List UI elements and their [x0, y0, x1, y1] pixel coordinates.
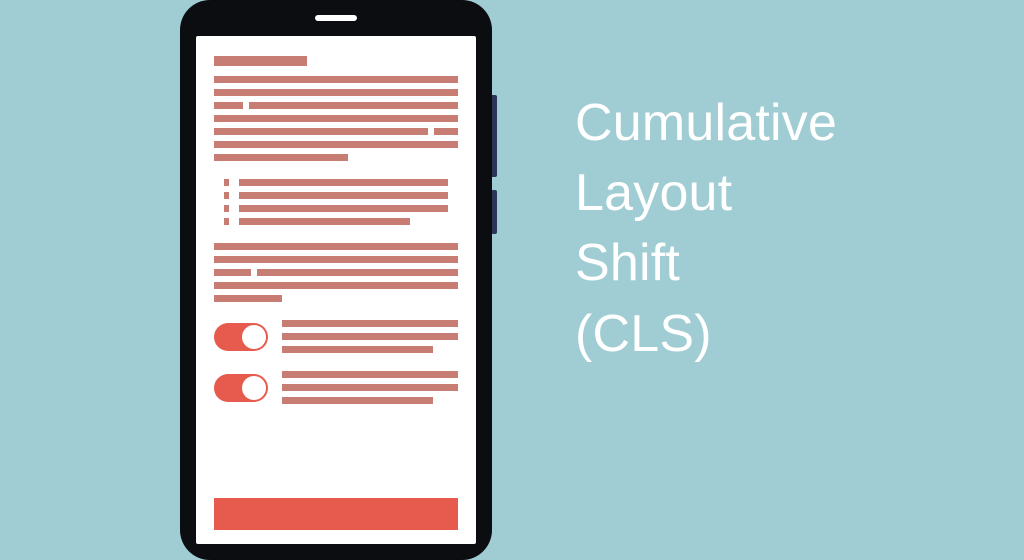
placeholder-line — [239, 179, 448, 186]
placeholder-line-fragment — [434, 128, 458, 135]
phone-screen — [196, 36, 476, 544]
placeholder-heading — [214, 56, 307, 66]
phone-side-button-bottom — [492, 190, 497, 234]
placeholder-line — [282, 371, 458, 378]
bullet-icon — [224, 205, 229, 212]
placeholder-line-fragment — [214, 128, 428, 135]
toggle-switch[interactable] — [214, 323, 268, 351]
toggle-row-1 — [214, 320, 458, 353]
placeholder-line — [214, 115, 458, 122]
placeholder-line-fragment — [214, 269, 251, 276]
title-line-4: (CLS) — [575, 299, 837, 369]
bullet-icon — [224, 192, 229, 199]
content-block-1 — [214, 56, 458, 161]
bullet-icon — [224, 218, 229, 225]
toggle-knob — [242, 376, 266, 400]
toggle-switch[interactable] — [214, 374, 268, 402]
phone-speaker — [315, 15, 357, 21]
phone-frame — [180, 0, 492, 560]
placeholder-line — [214, 243, 458, 250]
placeholder-line — [282, 397, 433, 404]
toggle-row-2 — [214, 371, 458, 404]
title-line-2: Layout — [575, 158, 837, 228]
placeholder-line — [214, 154, 348, 161]
content-block-3 — [214, 243, 458, 302]
title-line-1: Cumulative — [575, 88, 837, 158]
placeholder-line — [282, 320, 458, 327]
placeholder-line — [214, 76, 458, 83]
placeholder-line — [282, 333, 458, 340]
illustration-stage: Cumulative Layout Shift (CLS) — [0, 0, 1024, 538]
placeholder-line — [214, 295, 282, 302]
placeholder-line — [214, 256, 458, 263]
cta-button-placeholder[interactable] — [214, 498, 458, 530]
placeholder-line — [239, 218, 410, 225]
placeholder-line-fragment — [214, 102, 243, 109]
placeholder-line — [214, 89, 458, 96]
placeholder-line — [282, 384, 458, 391]
placeholder-line — [282, 346, 433, 353]
content-block-2 — [214, 179, 458, 225]
placeholder-line — [214, 282, 458, 289]
placeholder-line — [214, 141, 458, 148]
placeholder-line — [239, 192, 448, 199]
bullet-icon — [224, 179, 229, 186]
placeholder-line — [239, 205, 448, 212]
toggle-knob — [242, 325, 266, 349]
phone-side-button-top — [492, 95, 497, 177]
placeholder-line-fragment — [257, 269, 458, 276]
page-title: Cumulative Layout Shift (CLS) — [575, 88, 837, 369]
title-line-3: Shift — [575, 228, 837, 298]
placeholder-line-fragment — [249, 102, 458, 109]
